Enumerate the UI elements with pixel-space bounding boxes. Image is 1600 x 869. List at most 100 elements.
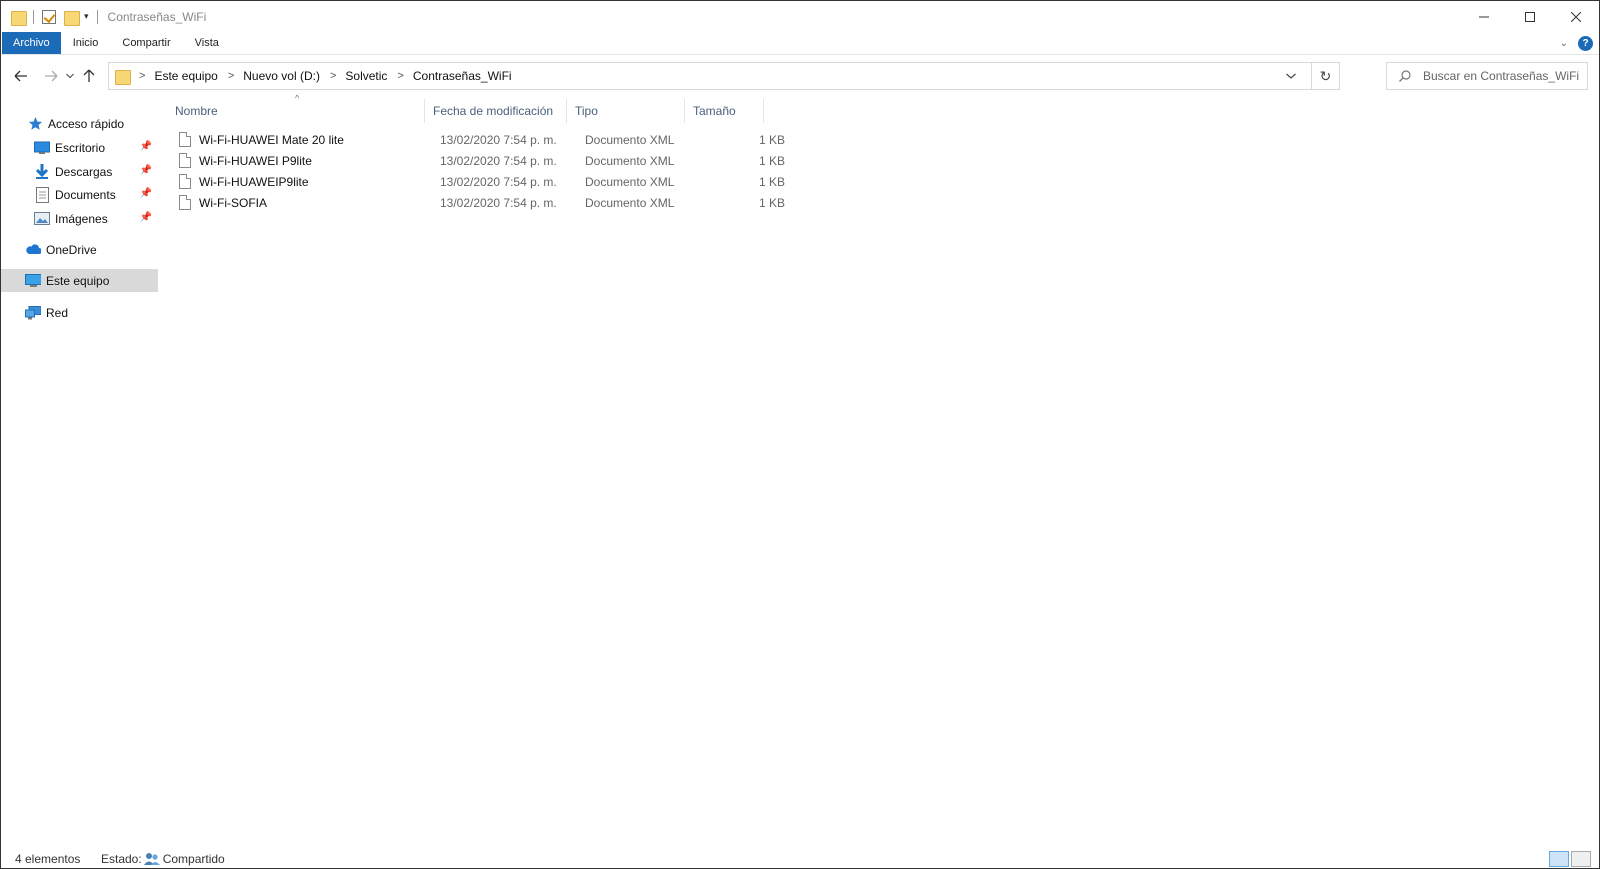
arrow-right-icon [45, 70, 58, 82]
computer-icon [25, 273, 41, 289]
address-dropdown-button[interactable] [1281, 63, 1301, 89]
nav-item-descargas[interactable]: Descargas 📌 [1, 160, 158, 183]
chevron-down-icon [66, 73, 74, 79]
up-button[interactable] [77, 62, 101, 90]
navigation-pane: Acceso rápido Escritorio 📌 Descargas 📌 D… [1, 99, 159, 839]
chevron-right-icon[interactable]: > [330, 70, 336, 82]
search-icon [1399, 70, 1411, 82]
tab-vista[interactable]: Vista [183, 32, 231, 54]
file-name: Wi-Fi-HUAWEI Mate 20 lite [199, 132, 344, 147]
nav-item-label: Documents [55, 187, 116, 202]
nav-item-label: Imágenes [55, 211, 108, 226]
file-date: 13/02/2020 7:54 p. m. [440, 174, 557, 189]
file-name: Wi-Fi-HUAWEI P9lite [199, 153, 312, 168]
search-placeholder: Buscar en Contraseñas_WiFi [1423, 69, 1580, 83]
nav-item-imagenes[interactable]: Imágenes 📌 [1, 207, 158, 230]
file-size: 1 KB [758, 132, 785, 147]
state-label: Estado: [101, 852, 142, 866]
file-type: Documento XML [585, 174, 675, 189]
shared-users-icon [143, 852, 160, 866]
pictures-icon [34, 211, 50, 227]
window-controls [1461, 1, 1599, 32]
tab-inicio[interactable]: Inicio [61, 32, 111, 54]
large-icons-view-button[interactable] [1571, 851, 1591, 867]
file-name-cell: Wi-Fi-HUAWEIP9lite [179, 171, 309, 192]
help-icon[interactable]: ? [1578, 36, 1593, 51]
details-view-button[interactable] [1549, 851, 1569, 867]
column-header-tamano[interactable]: Tamaño [685, 99, 763, 123]
network-icon [25, 305, 41, 321]
ribbon-right-controls: ⌄ ? [1560, 32, 1593, 55]
toolbar-divider [96, 9, 98, 24]
tab-compartir[interactable]: Compartir [110, 32, 182, 54]
customize-toolbar-icon[interactable]: ▾ [84, 11, 89, 22]
expand-ribbon-icon[interactable]: ⌄ [1560, 38, 1568, 49]
breadcrumb-nuevo-vol[interactable]: Nuevo vol (D:) [243, 69, 320, 83]
address-row: > Este equipo > Nuevo vol (D:) > Solveti… [1, 59, 1599, 93]
file-size: 1 KB [758, 153, 785, 168]
back-button[interactable] [9, 62, 33, 90]
properties-icon[interactable] [42, 9, 56, 24]
share-state: Estado: Compartido [101, 852, 225, 866]
close-button[interactable] [1553, 1, 1599, 32]
file-size: 1 KB [758, 174, 785, 189]
nav-item-documents[interactable]: Documents 📌 [1, 183, 158, 206]
nav-item-este-equipo[interactable]: Este equipo [1, 269, 158, 292]
title-bar: ▾ Contraseñas_WiFi [1, 1, 1599, 32]
arrow-up-icon [83, 69, 95, 82]
chevron-right-icon[interactable]: > [228, 70, 234, 82]
nav-item-escritorio[interactable]: Escritorio 📌 [1, 136, 158, 159]
breadcrumb-este-equipo[interactable]: Este equipo [154, 69, 217, 83]
minimize-icon [1479, 16, 1489, 17]
file-date: 13/02/2020 7:54 p. m. [440, 195, 557, 210]
minimize-button[interactable] [1461, 1, 1507, 32]
file-row[interactable]: Wi-Fi-SOFIA 13/02/2020 7:54 p. m. Docume… [171, 192, 791, 213]
file-row[interactable]: Wi-Fi-HUAWEI Mate 20 lite 13/02/2020 7:5… [171, 129, 791, 150]
cloud-icon [25, 242, 41, 258]
tab-archivo[interactable]: Archivo [2, 32, 61, 54]
file-type: Documento XML [585, 195, 675, 210]
nav-item-label: Escritorio [55, 140, 106, 155]
address-bar[interactable]: > Este equipo > Nuevo vol (D:) > Solveti… [108, 62, 1340, 90]
toolbar-divider [33, 9, 34, 24]
file-row[interactable]: Wi-Fi-HUAWEIP9lite 13/02/2020 7:54 p. m.… [171, 171, 791, 192]
folder-icon [115, 68, 131, 85]
column-header-nombre[interactable]: Nombre [167, 99, 423, 123]
column-header-fecha[interactable]: Fecha de modificación [425, 99, 566, 123]
pin-icon[interactable]: 📌 [140, 165, 152, 176]
column-header-tipo[interactable]: Tipo [567, 99, 684, 123]
maximize-button[interactable] [1507, 1, 1553, 32]
desktop-icon [34, 140, 50, 156]
column-divider[interactable] [763, 99, 764, 123]
breadcrumb: > Este equipo > Nuevo vol (D:) > Solveti… [109, 63, 512, 89]
chevron-right-icon[interactable]: > [139, 70, 145, 82]
nav-item-red[interactable]: Red [1, 301, 158, 324]
folder-icon [11, 9, 27, 26]
breadcrumb-solvetic[interactable]: Solvetic [345, 69, 387, 83]
recent-locations-button[interactable] [63, 62, 77, 90]
file-type: Documento XML [585, 132, 675, 147]
new-folder-icon[interactable] [64, 9, 80, 26]
forward-button[interactable] [39, 62, 63, 90]
arrow-left-icon [14, 70, 27, 82]
pin-icon[interactable]: 📌 [140, 188, 152, 199]
nav-item-onedrive[interactable]: OneDrive [1, 238, 158, 261]
breadcrumb-contrasenas-wifi[interactable]: Contraseñas_WiFi [413, 69, 512, 83]
file-name: Wi-Fi-HUAWEIP9lite [199, 174, 309, 189]
maximize-icon [1525, 11, 1535, 22]
pin-icon[interactable]: 📌 [140, 212, 152, 223]
document-icon [34, 186, 50, 203]
chevron-right-icon[interactable]: > [397, 70, 403, 82]
xml-file-icon [179, 153, 191, 168]
file-explorer-window: ▾ Contraseñas_WiFi Archivo Inicio Compar… [0, 0, 1600, 869]
nav-item-label: OneDrive [46, 242, 97, 257]
file-name-cell: Wi-Fi-HUAWEI Mate 20 lite [179, 129, 344, 150]
close-icon [1571, 11, 1581, 22]
nav-item-acceso-rapido[interactable]: Acceso rápido [1, 112, 158, 135]
refresh-button[interactable]: ↻ [1311, 63, 1339, 89]
file-row[interactable]: Wi-Fi-HUAWEI P9lite 13/02/2020 7:54 p. m… [171, 150, 791, 171]
xml-file-icon [179, 132, 191, 147]
search-input[interactable]: Buscar en Contraseñas_WiFi [1386, 62, 1588, 90]
view-buttons [1549, 851, 1591, 867]
pin-icon[interactable]: 📌 [140, 141, 152, 152]
